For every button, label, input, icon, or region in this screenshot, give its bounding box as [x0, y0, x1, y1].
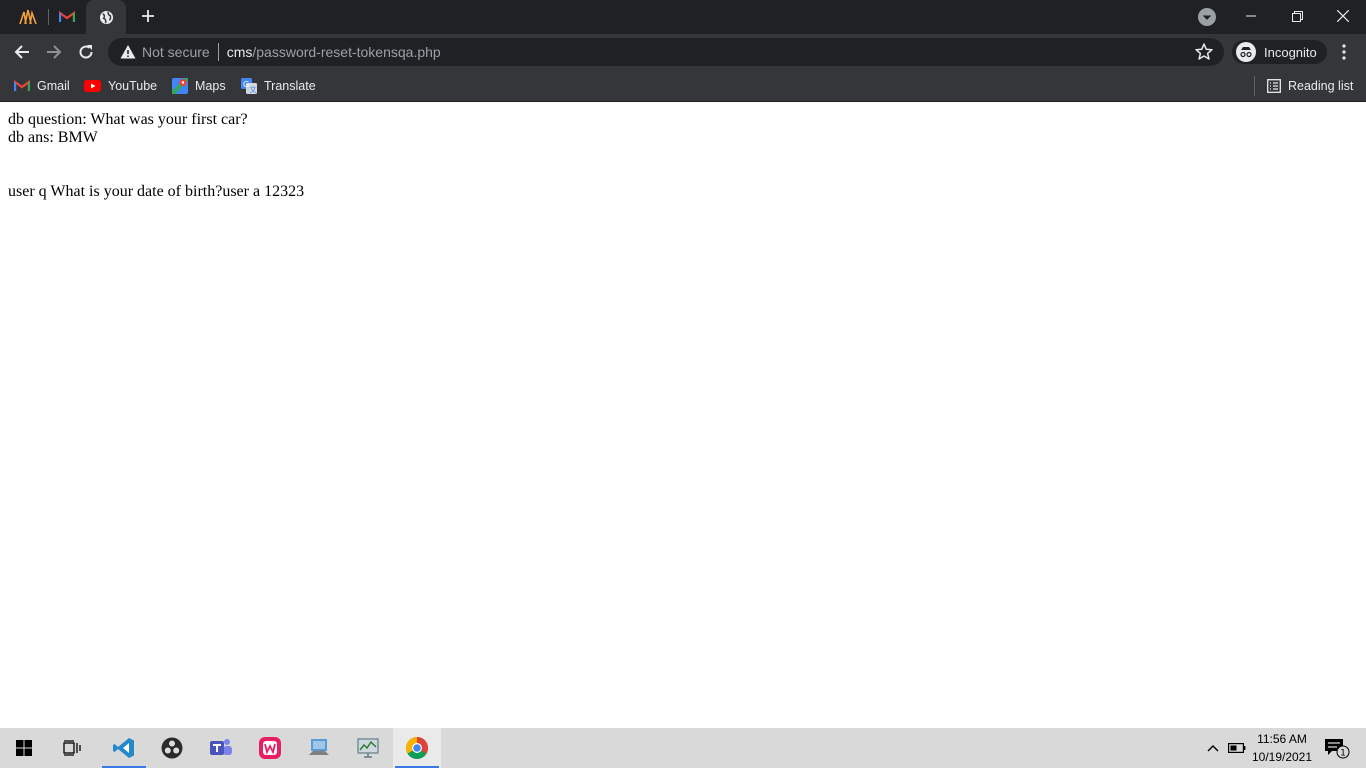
plus-icon — [142, 10, 154, 22]
svg-text:文: 文 — [250, 85, 257, 94]
maps-icon — [172, 78, 188, 94]
browser-toolbar: Not secure cms /password-reset-tokensqa.… — [0, 34, 1366, 70]
db-answer-text: db ans: BMW — [8, 129, 98, 146]
db-question-text: db question: What was your first car? — [8, 111, 248, 128]
arrow-right-icon — [47, 45, 62, 59]
browser-tab-strip — [0, 0, 1366, 34]
bookmark-gmail[interactable]: Gmail — [14, 76, 70, 96]
tab-search-button[interactable] — [1198, 8, 1216, 26]
blank-gap — [8, 147, 1358, 183]
show-hidden-icons-button[interactable] — [1203, 738, 1223, 758]
taskbar-clock[interactable]: 11:56 AM 10/19/2021 — [1244, 730, 1320, 766]
gmail-icon — [59, 11, 75, 22]
bookmark-label: YouTube — [108, 79, 158, 93]
warning-icon[interactable] — [120, 44, 136, 60]
globe-icon — [99, 10, 113, 24]
url-path[interactable]: /password-reset-tokensqa.php — [252, 44, 440, 60]
minimize-icon — [1246, 15, 1256, 17]
restore-button[interactable] — [1274, 0, 1320, 32]
url-host[interactable]: cms — [227, 44, 253, 60]
forward-button[interactable] — [40, 38, 68, 66]
user-question-answer-text: user q What is your date of birth?user a… — [8, 183, 305, 200]
incognito-label: Incognito — [1264, 44, 1317, 60]
incognito-profile-button[interactable]: Incognito — [1232, 40, 1327, 64]
reload-button[interactable] — [72, 38, 100, 66]
computer-network-icon — [309, 739, 329, 755]
bookmark-youtube[interactable]: YouTube — [84, 76, 157, 96]
vscode-icon — [113, 738, 134, 758]
notification-count: 1 — [1340, 749, 1346, 759]
chevron-up-icon — [1207, 745, 1219, 752]
windows-logo-icon — [16, 740, 32, 756]
bookmarks-bar: Gmail YouTube Maps G文 Translate Reading … — [0, 70, 1366, 102]
bookmark-label: Gmail — [37, 79, 70, 93]
taskbar-wampserver[interactable] — [246, 728, 294, 768]
arrow-left-icon — [14, 45, 29, 59]
wampserver-icon — [259, 737, 281, 759]
taskbar-teams[interactable] — [197, 728, 245, 768]
svg-text:G: G — [243, 80, 249, 89]
notification-icon: 1 — [1325, 739, 1350, 759]
bookmark-star-icon[interactable] — [1194, 42, 1214, 62]
chrome-icon — [406, 737, 428, 759]
reading-list-icon — [1267, 79, 1281, 93]
address-bar[interactable]: Not secure cms /password-reset-tokensqa.… — [108, 38, 1224, 66]
obs-icon — [161, 737, 183, 759]
task-view-icon — [63, 740, 81, 756]
incognito-icon — [1236, 42, 1256, 62]
gmail-icon — [14, 80, 30, 91]
taskbar-network-app[interactable] — [295, 728, 343, 768]
start-button[interactable] — [0, 728, 48, 768]
action-center-button[interactable]: 1 — [1324, 738, 1350, 759]
back-button[interactable] — [8, 38, 36, 66]
windows-taskbar: 11:56 AM 10/19/2021 1 — [0, 728, 1366, 768]
bookmark-label: Maps — [195, 79, 226, 93]
browser-menu-button[interactable] — [1334, 40, 1354, 64]
monitor-chart-icon — [357, 738, 379, 758]
chevron-down-icon — [1203, 15, 1211, 20]
clock-time: 11:56 AM — [1257, 732, 1307, 746]
taskbar-vscode[interactable] — [100, 728, 148, 768]
reading-list-button[interactable]: Reading list — [1267, 76, 1353, 96]
youtube-icon — [84, 80, 101, 92]
tab-gmail[interactable] — [48, 0, 86, 34]
clock-date: 10/19/2021 — [1251, 750, 1313, 764]
app-logo-icon — [19, 9, 37, 25]
close-window-button[interactable] — [1320, 0, 1366, 32]
new-tab-button[interactable] — [136, 5, 160, 29]
task-view-button[interactable] — [48, 728, 96, 768]
reading-list-label: Reading list — [1288, 79, 1354, 93]
close-icon — [1337, 10, 1349, 22]
url-separator — [217, 43, 219, 61]
bookmarks-separator — [1254, 76, 1255, 96]
teams-icon — [210, 739, 232, 755]
security-status-label[interactable]: Not secure — [142, 44, 210, 60]
reload-icon — [79, 45, 93, 59]
taskbar-obs[interactable] — [148, 728, 196, 768]
more-vert-icon — [1342, 44, 1346, 60]
taskbar-chrome[interactable] — [393, 728, 441, 768]
bookmark-label: Translate — [264, 79, 316, 93]
bookmark-maps[interactable]: Maps — [172, 76, 226, 96]
restore-icon — [1291, 10, 1303, 22]
minimize-button[interactable] — [1228, 0, 1274, 32]
tab-app[interactable] — [8, 0, 48, 34]
page-content: db question: What was your first car? db… — [0, 103, 1366, 728]
translate-icon: G文 — [241, 78, 257, 94]
bookmark-translate[interactable]: G文 Translate — [241, 76, 316, 96]
tab-current-page[interactable] — [86, 0, 126, 34]
taskbar-monitor-app[interactable] — [344, 728, 392, 768]
